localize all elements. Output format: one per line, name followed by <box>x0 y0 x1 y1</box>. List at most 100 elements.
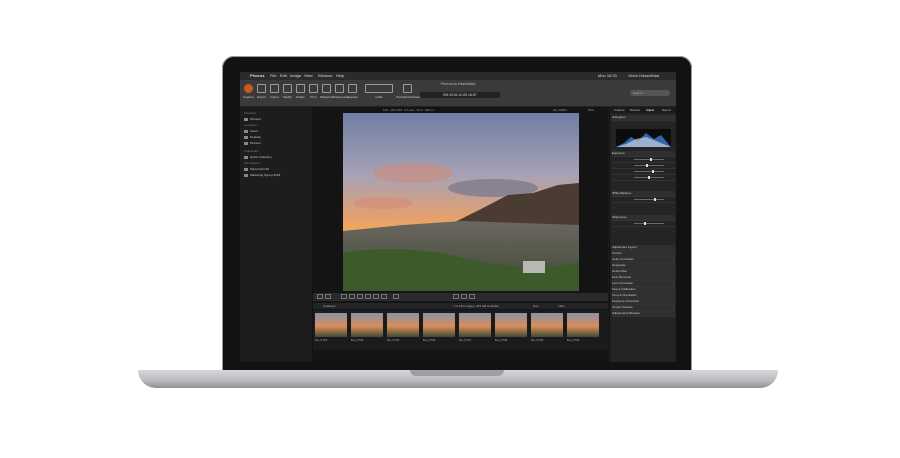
collections-header: Collections <box>244 149 259 153</box>
sidebar-item-marketing[interactable]: Marketing Spring 2018 <box>244 173 280 177</box>
tab-browse[interactable]: Browse <box>630 107 640 113</box>
menu-item-window[interactable]: Window <box>318 72 332 80</box>
folder-icon <box>244 129 248 133</box>
tab-cataloger[interactable]: Cataloger <box>323 303 336 309</box>
amount-slider-row[interactable] <box>612 221 675 227</box>
thumbnail-strip: EA_0723 EA_0724 EA_0725 EA_0726 EA_0727 … <box>313 310 608 350</box>
menu-user[interactable]: Victor Hasselblad <box>628 72 659 80</box>
grid-icon <box>365 84 393 93</box>
orientation-control[interactable]: PortraitLandscape <box>396 84 420 100</box>
contrast-slider[interactable] <box>634 164 664 167</box>
zoom-tool-icon[interactable] <box>393 294 399 299</box>
image-count: 7 of 194 images, 303 GB available <box>453 304 499 308</box>
trash-icon <box>296 84 305 93</box>
layouts-button[interactable]: Layouts <box>346 84 359 100</box>
grids-control[interactable]: Grids <box>364 84 394 100</box>
brush-tool-icon[interactable] <box>365 294 371 299</box>
menu-item-edit[interactable]: Edit <box>280 72 287 80</box>
clarity-slider-row[interactable] <box>612 175 675 181</box>
play-button[interactable] <box>461 294 467 299</box>
export-button[interactable]: Export <box>255 84 268 100</box>
orientation-icon <box>402 84 412 93</box>
single-view-button[interactable] <box>317 294 323 299</box>
exposure-slider[interactable] <box>634 158 664 161</box>
thumbnail[interactable]: EA_0730 <box>567 313 599 347</box>
thumbnail[interactable]: EA_0729 <box>531 313 563 347</box>
preferences-icon <box>335 84 344 93</box>
tab-export[interactable]: Export <box>662 107 671 113</box>
compare-view-button[interactable] <box>325 294 331 299</box>
slideshow-icon <box>322 84 331 93</box>
tab-adjust[interactable]: Adjust <box>646 107 654 113</box>
eyedropper-icon[interactable] <box>373 294 379 299</box>
laptop-notch <box>410 370 504 376</box>
temp-slider-row[interactable] <box>612 197 675 203</box>
next-image-button[interactable] <box>469 294 475 299</box>
pen-tool-icon[interactable] <box>357 294 363 299</box>
import-icon <box>270 84 279 93</box>
viewer-controls <box>313 293 608 301</box>
hand-tool-icon[interactable] <box>381 294 387 299</box>
modify-button[interactable]: Modify <box>281 84 294 100</box>
main-photo[interactable] <box>343 113 579 291</box>
prev-image-button[interactable] <box>453 294 459 299</box>
temperature-slider[interactable] <box>634 198 664 201</box>
folder-icon <box>244 135 248 139</box>
sidebar-item-macintosh-hd[interactable]: Macintosh HD <box>244 167 269 171</box>
delete-button[interactable]: Delete <box>294 84 307 100</box>
thumbnail[interactable]: EA_0728 <box>495 313 527 347</box>
thumbnail[interactable]: EA_0726 <box>423 313 455 347</box>
modify-icon <box>283 84 292 93</box>
tool-tabs: Capture Browse Adjust Export <box>610 107 676 113</box>
capture-icon <box>244 84 253 93</box>
filter-button[interactable]: Filter <box>558 303 565 309</box>
collection-icon <box>244 155 248 159</box>
capture-button[interactable]: Capture <box>242 84 255 100</box>
sidebar-item-users[interactable]: Users <box>244 129 258 133</box>
search-input[interactable]: Search <box>630 90 670 96</box>
export-icon <box>257 84 266 93</box>
saturation-slider[interactable] <box>634 170 664 173</box>
crop-tool-icon[interactable] <box>341 294 347 299</box>
preferences-button[interactable]: Preferences <box>333 84 349 100</box>
left-panel: Favorites Pictures Locations Users Deskt… <box>240 107 313 362</box>
menu-item-phocus[interactable]: Phocus <box>250 72 264 80</box>
import-button[interactable]: Import <box>268 84 281 100</box>
thumbnail[interactable]: EA_0723 <box>315 313 347 347</box>
favorites-header: Favorites <box>244 111 257 115</box>
menu-item-image[interactable]: Image <box>290 72 301 80</box>
sidebar-item-pictures[interactable]: Pictures <box>244 117 261 121</box>
folder-icon <box>244 117 248 121</box>
print-button[interactable]: Print <box>307 84 320 100</box>
sidebar-item-pictures-2[interactable]: Pictures <box>244 141 261 145</box>
sort-button[interactable]: Sort <box>533 303 539 309</box>
clarity-slider[interactable] <box>634 176 664 179</box>
folder-icon <box>244 141 248 145</box>
tool-histogram[interactable]: Histogram <box>612 115 675 121</box>
thumbnail[interactable]: EA_0727 <box>459 313 491 347</box>
menu-item-view[interactable]: View <box>304 72 313 80</box>
image-title-field[interactable]: EM 2016-11-05 16:57 <box>420 92 500 98</box>
disk-icon <box>244 173 248 177</box>
amount-slider[interactable] <box>634 222 664 225</box>
histogram-graph <box>616 133 671 147</box>
tool-adjustments-browser[interactable]: Adjustments Browser <box>612 311 675 317</box>
menu-clock: Mon 18:20 <box>598 73 617 78</box>
slideshow-button[interactable]: Slideshow <box>320 84 334 100</box>
disk-icon <box>244 167 248 171</box>
landscape-photo <box>343 113 579 291</box>
sidebar-item-desktop[interactable]: Desktop <box>244 135 261 139</box>
thumbnail[interactable]: EA_0725 <box>387 313 419 347</box>
app-screen: Phocus File Edit Image View Window Help … <box>240 72 676 362</box>
rotate-tool-icon[interactable] <box>349 294 355 299</box>
sidebar-item-quick-collection[interactable]: Quick Collection <box>244 155 272 159</box>
menu-item-file[interactable]: File <box>270 72 276 80</box>
thumbnail[interactable]: EA_0724 <box>351 313 383 347</box>
tab-capture[interactable]: Capture <box>614 107 625 113</box>
zoom-level[interactable]: 50% <box>588 107 594 113</box>
toolbar: Phocus by Hasselblad Capture Export Impo… <box>240 80 676 107</box>
viewer-area: 100 - ISO 100 - 5.6 sec - f/4.0 - 50mm E… <box>313 107 608 362</box>
filesystem-header: File System <box>244 161 260 165</box>
right-panel: Capture Browse Adjust Export Histogram E… <box>609 107 676 362</box>
menu-item-help[interactable]: Help <box>336 72 344 80</box>
